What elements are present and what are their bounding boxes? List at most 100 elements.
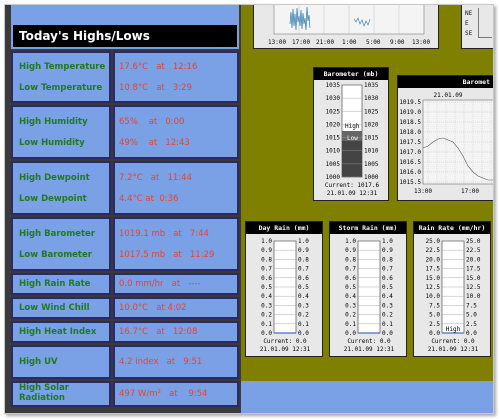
rain-gauge-tick-label: 2.5 [466, 321, 477, 328]
rain-gauge-tick-label: 0.5 [298, 284, 309, 291]
rain-gauge-current: Current: 0.0 [347, 338, 391, 345]
top-chart-xtick: 13:00 [268, 39, 286, 46]
rain-gauge-current: Current: 0.0 [263, 338, 307, 345]
table-row-temperature: High Temperature Low Temperature 17.6°C … [11, 51, 239, 103]
rain-gauge-tick-label: 22.5 [466, 247, 481, 254]
rain-gauge-tick-label: 0.7 [261, 266, 272, 273]
baro-chart-xtick: 13:00 [414, 188, 432, 195]
rain-gauge-tick-label: 10.0 [466, 293, 481, 300]
rain-gauge-tick-label: 25.0 [426, 238, 441, 245]
rain-gauge-tick-label: 0.1 [298, 321, 309, 328]
low-temperature-value: 10.8°C at 3:29 [119, 83, 192, 93]
low-humidity-value: 49% at 12:43 [119, 138, 190, 148]
rain-gauge-tick-label: 0.0 [261, 330, 272, 337]
low-wind-chill-value: 10.0°C at 4:02 [119, 303, 187, 313]
rain-gauge-tick-label: 1.0 [298, 238, 309, 245]
rain-gauge-timestamp: 21.01.09 12:31 [428, 346, 479, 353]
baro-chart-ytick: 1017.5 [399, 139, 421, 146]
rain-gauge-tick-label: 0.8 [261, 256, 272, 263]
table-row-dewpoint: High Dewpoint Low Dewpoint 7.2°C at 11:4… [11, 161, 239, 215]
high-solar-label: High Solar Radiation [19, 383, 69, 403]
rain-gauge-tick-label: 0.9 [382, 247, 393, 254]
highs-lows-table: Today's Highs/Lows High Temperature Low … [5, 5, 241, 413]
rain-gauge-tick-label: 0.6 [261, 275, 272, 282]
rain-gauge-tick-label: 0.1 [261, 321, 272, 328]
baro-chart-svg: 21.01.09 1019.5 1019.0 1018.5 1018.0 1017.5 1… [399, 92, 493, 195]
rain-gauge-tick-label: 10.0 [426, 293, 441, 300]
barometer-tick-label: 1030 [326, 95, 341, 102]
rain-gauge-timestamp: 21.01.09 12:31 [344, 346, 395, 353]
wind-dir-label: NE [465, 10, 473, 17]
barometer-tick-label: 1030 [364, 95, 379, 102]
low-dewpoint-label: Low Dewpoint [19, 194, 87, 204]
barometer-low-marker: Low [347, 135, 358, 142]
rain-gauge-tick-label: 0.1 [345, 321, 356, 328]
barometer-tick-label: 1035 [326, 82, 341, 89]
low-dewpoint-value: 4.4°C at 0:36 [119, 194, 179, 204]
high-solar-value: 497 W/m² at 9:54 [119, 389, 208, 399]
table-row-solar: High Solar Radiation 497 W/m² at 9:54 [11, 381, 239, 407]
low-wind-chill-label: Low Wind Chill [19, 303, 90, 313]
rain-gauge-tick-label: 0.3 [298, 302, 309, 309]
high-barometer-label: High Barometer [19, 229, 96, 239]
rain-gauge-tick-label: 0.0 [466, 330, 477, 337]
baro-chart-ytick: 1017.0 [399, 149, 421, 156]
rain-gauge-tick-label: 0.7 [345, 266, 356, 273]
rain-gauge-tick-label: 0.2 [298, 312, 309, 319]
rain-gauge-tick-label: 17.5 [466, 266, 481, 273]
table-row-barometer: High Barometer Low Barometer 1019.1 mb a… [11, 217, 239, 271]
wind-direction-panel: NE E SE [461, 5, 493, 49]
top-wind-chart-plot: 13:00 17:00 21:00 1:00 5:00 9:00 13:00 [268, 5, 430, 46]
barometer-tick-label: 1010 [364, 148, 379, 155]
table-top-strip [11, 5, 239, 23]
baro-chart-xtick: 17:00 [461, 188, 479, 195]
table-row-wind-chill: Low Wind Chill 10.0°C at 4:02 [11, 297, 239, 319]
high-dewpoint-value: 7.2°C at 11:44 [119, 173, 192, 183]
rain-gauge-tick-label: 7.5 [429, 302, 440, 309]
table-row-rain-rate: High Rain Rate 0.0 mm/hr at ---- [11, 273, 239, 295]
rain-gauge-tick-label: 1.0 [382, 238, 393, 245]
low-humidity-label: Low Humidity [19, 138, 85, 148]
rain-gauge-tick-label: 0.4 [261, 293, 272, 300]
high-humidity-label: High Humidity [19, 117, 88, 127]
barometer-tick-label: 1025 [364, 108, 379, 115]
rain-gauge-tick-label: 0.9 [345, 247, 356, 254]
rain-gauge-tick-label: 25.0 [466, 238, 481, 245]
baro-chart-ytick: 1016.5 [399, 159, 421, 166]
table-title: Today's Highs/Lows [11, 23, 239, 49]
rain-gauge-tick-label: 20.0 [426, 256, 441, 263]
rain-gauge-tick-label: 5.0 [466, 312, 477, 319]
rain-gauge-tick-label: 1.0 [261, 238, 272, 245]
rain-gauge-tick-label: 2.5 [429, 321, 440, 328]
table-row-uv: High UV 4.2 index at 9:51 [11, 345, 239, 379]
rain-gauge-tick-label: 0.8 [298, 256, 309, 263]
wind-dir-label: E [465, 20, 469, 27]
top-chart-xtick: 21:00 [316, 39, 334, 46]
rain-gauge-tick-label: 0.5 [261, 284, 272, 291]
rain-gauge-tick-label: 15.0 [426, 275, 441, 282]
rain-gauge-tick-label: 0.0 [298, 330, 309, 337]
high-heat-index-label: High Heat Index [19, 327, 97, 337]
top-wind-chart: 13:00 17:00 21:00 1:00 5:00 9:00 13:00 [253, 5, 439, 49]
baro-chart-ytick: 1019.5 [399, 99, 421, 106]
rain-gauge-tick-label: 0.6 [382, 275, 393, 282]
high-rain-rate-value: 0.0 mm/hr at ---- [119, 279, 201, 289]
rain-gauge-tick-label: 0.9 [261, 247, 272, 254]
rain-gauge-tick-label: 22.5 [426, 247, 441, 254]
rain-gauge-tick-label: 0.0 [382, 330, 393, 337]
rain-gauge-tick-label: 17.5 [426, 266, 441, 273]
rain-gauge-tick-label: 0.6 [345, 275, 356, 282]
barometer-tick-label: 1025 [326, 108, 341, 115]
rain-gauge-timestamp: 21.01.09 12:31 [260, 346, 311, 353]
rain-gauge-tick-label: 0.9 [298, 247, 309, 254]
rain-gauge-current: Current: 0.0 [431, 338, 475, 345]
barometer-tick-label: 1015 [364, 135, 379, 142]
rain-gauge-tick-label: 0.2 [345, 312, 356, 319]
rain-gauge-tick-label: 0.8 [382, 256, 393, 263]
table-row-heat-index: High Heat Index 16.7°C at 12:08 [11, 321, 239, 343]
barometer-gauge-svg: 1035 1035 1030 1030 1025 1025 1020 1020 1015 1015… [325, 82, 380, 197]
low-barometer-value: 1017.5 mb at 11:29 [119, 250, 215, 260]
barometer-tick-label: 1000 [326, 174, 341, 181]
rain-gauge-tick-label: 0.7 [382, 266, 393, 273]
high-humidity-value: 65% at 0:00 [119, 117, 185, 127]
